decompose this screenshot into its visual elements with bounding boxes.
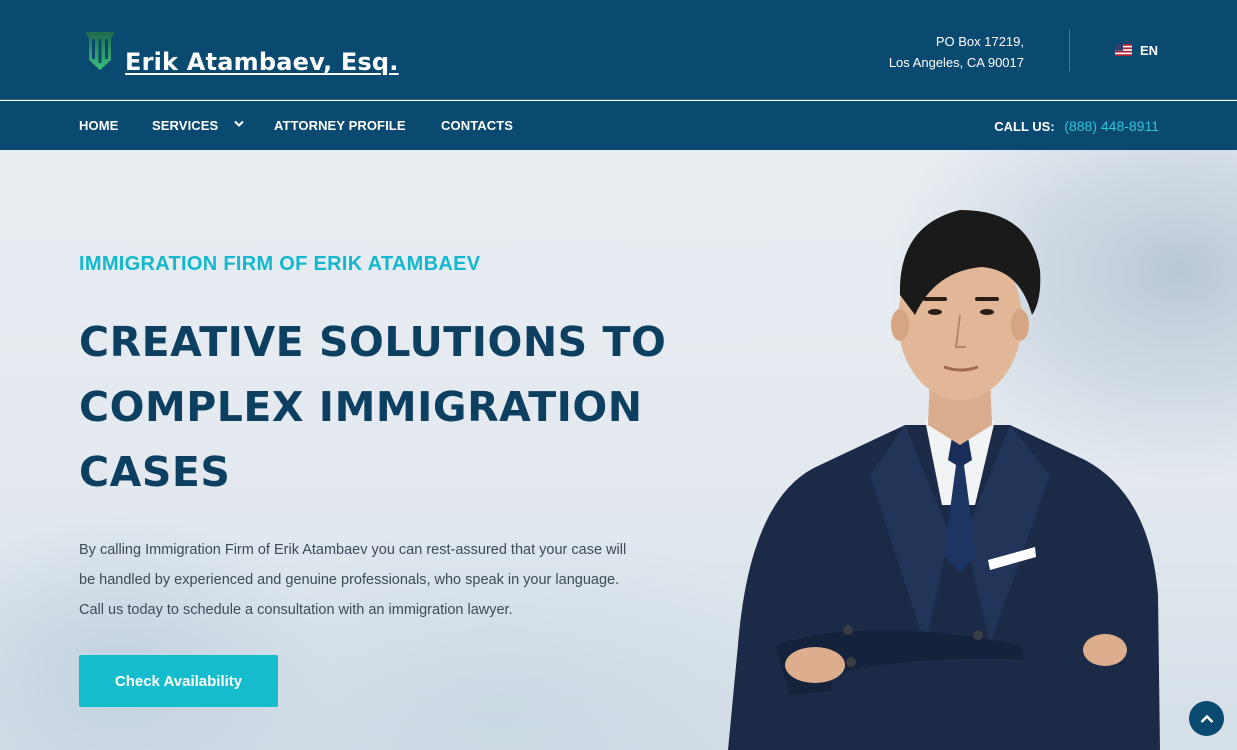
language-label: EN — [1140, 42, 1159, 58]
nav-attorney-profile[interactable]: ATTORNEY PROFILE — [274, 118, 406, 133]
hero-section: IMMIGRATION FIRM OF ERIK ATAMBAEV CREATI… — [0, 150, 1237, 750]
call-us-label: CALL US: — [994, 119, 1055, 134]
address-line-1: PO Box 17219, — [935, 34, 1024, 49]
us-flag-icon — [1115, 44, 1132, 56]
pillar-logo-icon[interactable] — [83, 30, 117, 72]
address-line-2: Los Angeles, CA 90017 — [888, 55, 1024, 70]
nav-contacts[interactable]: CONTACTS — [441, 118, 513, 133]
call-us: CALL US: (888) 448-8911 — [994, 118, 1159, 134]
paragraph-line-1: By calling Immigration Firm of Erik Atam… — [79, 542, 627, 558]
address: PO Box 17219, Los Angeles, CA 90017 — [804, 31, 1024, 73]
paragraph-line-2: be handled by experienced and genuine pr… — [79, 572, 620, 588]
phone-link[interactable]: (888) 448-8911 — [1064, 118, 1159, 134]
main-nav: HOME SERVICES ATTORNEY PROFILE CONTACTS … — [0, 101, 1237, 150]
chevron-down-icon[interactable] — [234, 120, 244, 128]
hero-eyebrow: IMMIGRATION FIRM OF ERIK ATAMBAEV — [79, 253, 481, 275]
nav-services[interactable]: SERVICES — [152, 118, 218, 133]
check-availability-button[interactable]: Check Availability — [79, 655, 278, 707]
scroll-to-top-button[interactable] — [1189, 701, 1224, 736]
paragraph-line-3: Call us today to schedule a consultation… — [79, 602, 513, 618]
hero-headline: CREATIVE SOLUTIONS TO COMPLEX IMMIGRATIO… — [79, 310, 739, 505]
headline-line-2: COMPLEX IMMIGRATION — [79, 383, 643, 431]
attorney-portrait — [728, 210, 1160, 750]
nav-home[interactable]: HOME — [79, 118, 118, 133]
headline-line-1: CREATIVE SOLUTIONS TO — [79, 318, 667, 366]
chevron-up-icon — [1200, 714, 1213, 723]
brand-name[interactable]: Erik Atambaev, Esq. — [125, 48, 399, 76]
hero-paragraph: By calling Immigration Firm of Erik Atam… — [79, 535, 719, 625]
top-bar: Erik Atambaev, Esq. PO Box 17219, Los An… — [0, 0, 1237, 100]
language-switcher[interactable]: EN — [1115, 42, 1158, 58]
header-divider — [1069, 29, 1070, 71]
headline-line-3: CASES — [79, 448, 231, 496]
